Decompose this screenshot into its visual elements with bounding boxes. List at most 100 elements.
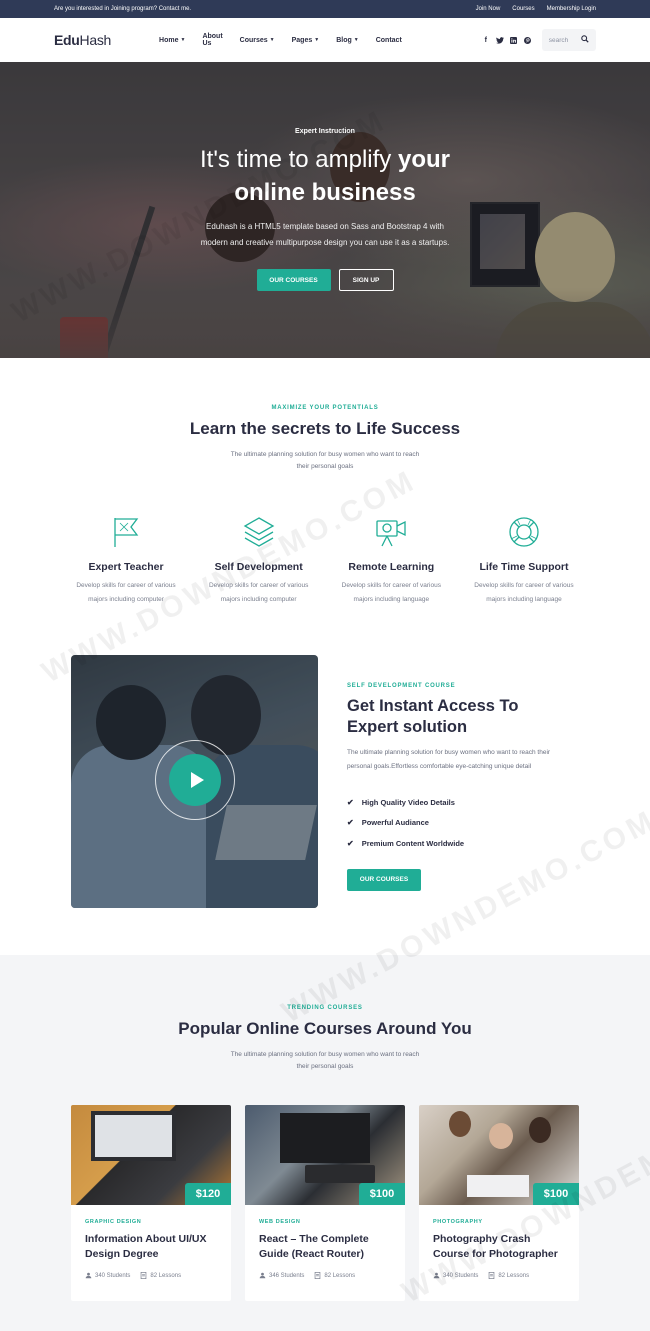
membership-login-link[interactable]: Membership Login <box>547 6 596 12</box>
nav-blog[interactable]: Blog ▼ <box>336 33 359 47</box>
video-thumbnail[interactable] <box>71 655 318 908</box>
course-card[interactable]: $100 PHOTOGRAPHY Photography Crash Course… <box>419 1105 579 1301</box>
keyboard-image <box>305 1165 375 1183</box>
navbar: EduHash Home ▼ About Us Courses ▼ Pages ▼ B… <box>0 18 650 62</box>
check-icon: ✔ <box>347 838 354 848</box>
checklist-item: ✔ Powerful Audiance <box>347 818 429 828</box>
course-thumbnail[interactable]: $120 <box>71 1105 231 1205</box>
play-icon <box>190 772 204 788</box>
feature-item: Life Time Support Develop skills for car… <box>463 515 585 607</box>
checklist: ✔ High Quality Video Details ✔ Powerful Au… <box>347 792 587 854</box>
hero-content: Expert Instruction It's time to amplify … <box>0 62 650 291</box>
hero-description: Eduhash is a HTML5 template based on Sas… <box>200 222 450 247</box>
section-eyebrow: TRENDING COURSES <box>287 1005 363 1011</box>
hero-buttons: OUR COURSES SIGN UP <box>0 269 650 291</box>
courses-link[interactable]: Courses <box>512 6 534 12</box>
course-card[interactable]: $100 WEB DESIGN React – The Complete Guid… <box>245 1105 405 1301</box>
hero-section: Expert Instruction It's time to amplify … <box>0 62 650 358</box>
nav-home[interactable]: Home ▼ <box>159 33 185 47</box>
features-section: MAXIMIZE YOUR POTENTIALS Learn the secre… <box>0 358 650 655</box>
course-card[interactable]: $120 GRAPHIC DESIGN Information About UI… <box>71 1105 231 1301</box>
top-bar: Are you interested in Joining program? C… <box>0 0 650 18</box>
check-icon: ✔ <box>347 797 354 807</box>
course-body: GRAPHIC DESIGN Information About UI/UX De… <box>71 1205 231 1279</box>
course-title[interactable]: Information About UI/UX Design Degree <box>85 1232 217 1262</box>
lessons-count: 82 Lessons <box>314 1272 355 1279</box>
video-camera-icon <box>330 515 452 549</box>
feature-description: Develop skills for career of various majo… <box>341 582 441 603</box>
search-placeholder: search <box>548 36 569 44</box>
course-category[interactable]: PHOTOGRAPHY <box>433 1219 565 1225</box>
course-meta: 346 Students 82 Lessons <box>259 1272 391 1279</box>
course-promo-section: SELF DEVELOPMENT COURSE Get Instant Acce… <box>0 655 650 955</box>
feature-description: Develop skills for career of various majo… <box>76 582 176 603</box>
logo[interactable]: EduHash <box>54 32 111 48</box>
search-input[interactable]: search <box>541 29 596 51</box>
course-body: WEB DESIGN React – The Complete Guide (Re… <box>245 1205 405 1279</box>
section-title: Popular Online Courses Around You <box>178 1019 472 1038</box>
flag-icon <box>65 515 187 549</box>
topbar-links: Join Now Courses Membership Login <box>476 6 596 12</box>
sign-up-button[interactable]: SIGN UP <box>338 269 394 291</box>
nav-courses[interactable]: Courses ▼ <box>240 33 275 47</box>
course-category[interactable]: WEB DESIGN <box>259 1219 391 1225</box>
lessons-count: 82 Lessons <box>488 1272 529 1279</box>
topbar-message: Are you interested in Joining program? C… <box>54 6 192 12</box>
feature-title: Expert Teacher <box>88 561 164 573</box>
promo-description: The ultimate planning solution for busy … <box>347 749 551 770</box>
section-title: Learn the secrets to Life Success <box>189 419 461 438</box>
laptop-image <box>467 1175 529 1197</box>
course-category[interactable]: GRAPHIC DESIGN <box>85 1219 217 1225</box>
user-icon <box>433 1272 440 1279</box>
document-icon <box>141 1272 147 1279</box>
feature-description: Develop skills for career of various majo… <box>474 582 574 603</box>
lessons-count: 82 Lessons <box>140 1272 181 1279</box>
facebook-icon[interactable]: f <box>482 36 490 44</box>
our-courses-button[interactable]: OUR COURSES <box>347 868 421 891</box>
linkedin-icon[interactable] <box>510 36 518 44</box>
students-count: 340 Students <box>433 1272 478 1279</box>
chevron-down-icon: ▼ <box>180 37 186 43</box>
join-now-link[interactable]: Join Now <box>476 6 501 12</box>
play-button[interactable] <box>169 754 221 806</box>
monitor-image <box>280 1113 370 1163</box>
section-subtitle: The ultimate planning solution for busy … <box>230 451 420 470</box>
promo-eyebrow: SELF DEVELOPMENT COURSE <box>347 683 456 689</box>
lifebuoy-icon <box>463 515 585 549</box>
course-body: PHOTOGRAPHY Photography Crash Course for … <box>419 1205 579 1279</box>
course-title[interactable]: Photography Crash Course for Photographer <box>433 1232 565 1262</box>
course-thumbnail[interactable]: $100 <box>419 1105 579 1205</box>
our-courses-button[interactable]: OUR COURSES <box>256 269 331 291</box>
course-list: $120 GRAPHIC DESIGN Information About UI… <box>0 1105 650 1301</box>
hero-eyebrow: Expert Instruction <box>295 128 355 135</box>
section-eyebrow: MAXIMIZE YOUR POTENTIALS <box>271 405 379 411</box>
user-icon <box>259 1272 266 1279</box>
hero-title: It's time to amplify your online busines… <box>200 146 450 206</box>
feature-title: Remote Learning <box>348 561 435 573</box>
pinterest-icon[interactable] <box>524 36 532 44</box>
feature-item: Expert Teacher Develop skills for career… <box>65 515 187 607</box>
checklist-item: ✔ Premium Content Worldwide <box>347 838 465 848</box>
checklist-item: ✔ High Quality Video Details <box>347 797 455 807</box>
twitter-icon[interactable] <box>495 36 504 44</box>
document-icon <box>315 1272 321 1279</box>
students-count: 346 Students <box>259 1272 304 1279</box>
nav-contact[interactable]: Contact <box>376 33 402 47</box>
nav-about-us[interactable]: About Us <box>202 33 222 47</box>
nav-pages[interactable]: Pages ▼ <box>292 33 320 47</box>
course-title[interactable]: React – The Complete Guide (React Router) <box>259 1232 391 1262</box>
document-icon <box>489 1272 495 1279</box>
course-meta: 340 Students 82 Lessons <box>85 1272 217 1279</box>
laptop-screen <box>95 1115 172 1157</box>
person-image <box>449 1111 471 1137</box>
user-icon <box>85 1272 92 1279</box>
section-subtitle: The ultimate planning solution for busy … <box>230 1051 420 1070</box>
feature-description: Develop skills for career of various majo… <box>208 582 309 603</box>
chevron-down-icon: ▼ <box>269 37 275 43</box>
course-meta: 340 Students 82 Lessons <box>433 1272 565 1279</box>
course-thumbnail[interactable]: $100 <box>245 1105 405 1205</box>
price-badge: $120 <box>185 1183 231 1205</box>
search-icon[interactable] <box>581 35 589 45</box>
main-nav: Home ▼ About Us Courses ▼ Pages ▼ Blog ▼ Con… <box>159 33 402 47</box>
promo-title: Get Instant Access To Expert solution <box>347 697 519 736</box>
